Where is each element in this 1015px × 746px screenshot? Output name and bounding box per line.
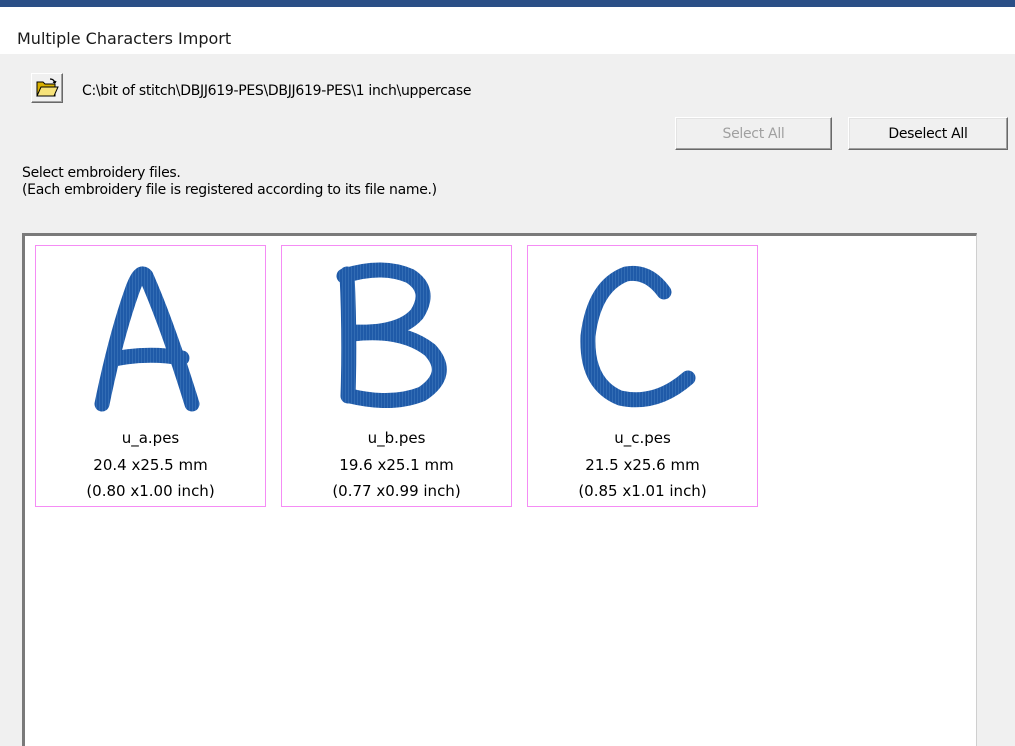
file-size-inch: (0.85 x1.01 inch): [578, 482, 707, 500]
file-card-c[interactable]: u_c.pes 21.5 x25.6 mm (0.85 x1.01 inch): [527, 245, 758, 507]
file-size-inch: (0.80 x1.00 inch): [86, 482, 215, 500]
file-size-mm: 19.6 x25.1 mm: [339, 456, 454, 474]
file-name: u_c.pes: [614, 429, 671, 447]
embroidery-preview-c: [580, 265, 696, 408]
window-title: Multiple Characters Import: [17, 29, 232, 48]
deselect-all-button[interactable]: Deselect All: [848, 117, 1008, 150]
instruction-line-1: Select embroidery files.: [22, 165, 181, 181]
open-folder-icon: [36, 78, 59, 97]
file-card-b[interactable]: u_b.pes 19.6 x25.1 mm (0.77 x0.99 inch): [281, 245, 512, 507]
open-folder-button[interactable]: [31, 73, 63, 103]
folder-path: C:\bit of stitch\DBJJ619-PES\DBJJ619-PES…: [82, 83, 472, 99]
file-card-a[interactable]: u_a.pes 20.4 x25.5 mm (0.80 x1.00 inch): [35, 245, 266, 507]
embroidery-preview-a: [94, 266, 200, 412]
window-top-border: [0, 0, 1015, 7]
file-size-mm: 21.5 x25.6 mm: [585, 456, 700, 474]
select-all-button[interactable]: Select All: [675, 117, 832, 150]
instruction-line-2: (Each embroidery file is registered acco…: [22, 182, 437, 198]
file-size-inch: (0.77 x0.99 inch): [332, 482, 461, 500]
title-bar: Multiple Characters Import: [0, 7, 1015, 54]
file-size-mm: 20.4 x25.5 mm: [93, 456, 208, 474]
file-name: u_a.pes: [121, 429, 180, 447]
file-name: u_b.pes: [367, 429, 426, 447]
embroidery-preview-b: [336, 262, 447, 409]
